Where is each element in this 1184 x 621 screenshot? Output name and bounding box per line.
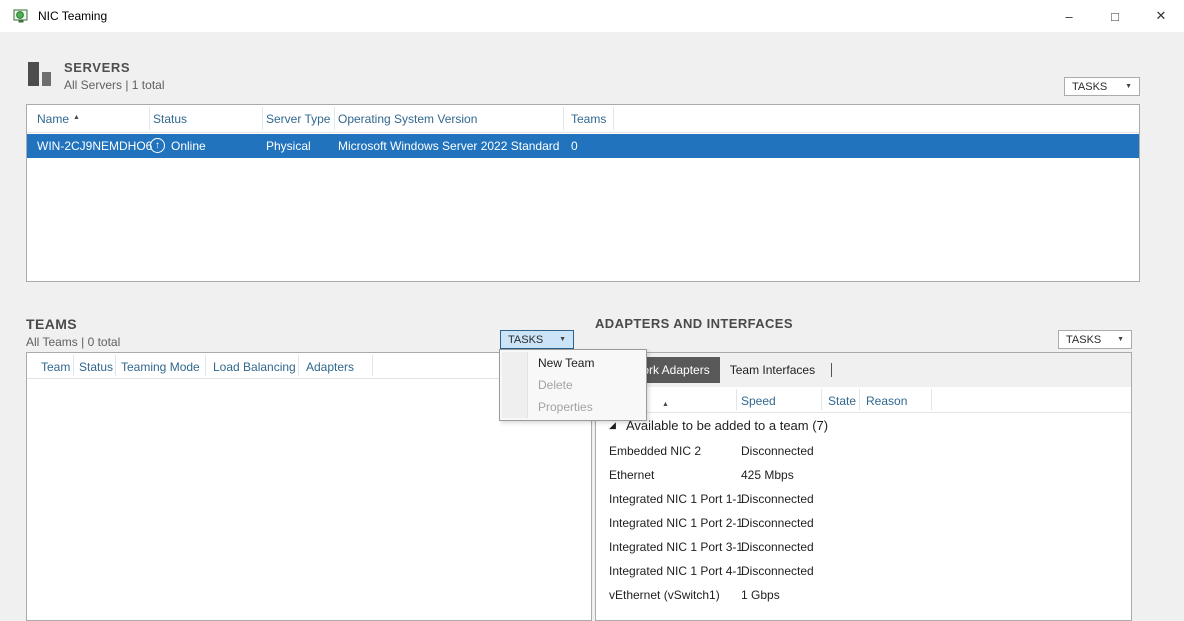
manageability-online-icon: ↑ — [150, 138, 165, 153]
teams-col-teaming-mode[interactable]: Teaming Mode — [121, 360, 200, 374]
teams-tasks-label: TASKS — [508, 334, 543, 346]
menu-item-delete: Delete — [500, 374, 646, 396]
close-button[interactable]: ✕ — [1138, 0, 1184, 32]
adapters-col-reason[interactable]: Reason — [866, 394, 907, 408]
teams-col-load-balancing[interactable]: Load Balancing — [213, 360, 296, 374]
dropdown-arrow-icon: ▼ — [559, 336, 566, 343]
servers-col-name-label: Name — [37, 112, 69, 126]
column-separator — [115, 355, 116, 376]
menu-item-properties: Properties — [500, 396, 646, 418]
adapter-row[interactable]: Integrated NIC 1 Port 3-1 Disconnected — [596, 535, 1131, 559]
server-row-selected[interactable]: WIN-2CJ9NEMDHO6 ↑ Online Physical Micros… — [27, 134, 1139, 158]
adapters-pane: Network Adapters Team Interfaces ▲ Speed… — [595, 352, 1132, 621]
servers-col-teams[interactable]: Teams — [571, 112, 606, 126]
teams-col-adapters[interactable]: Adapters — [306, 360, 354, 374]
adapter-name: Integrated NIC 1 Port 1-1 — [609, 492, 743, 506]
servers-title: SERVERS — [64, 60, 165, 75]
column-separator — [613, 107, 614, 130]
adapter-name: Embedded NIC 2 — [609, 444, 701, 458]
teams-col-team[interactable]: Team — [41, 360, 70, 374]
dropdown-arrow-icon: ▼ — [1125, 83, 1132, 90]
servers-subtitle: All Servers | 1 total — [64, 78, 165, 92]
server-os-version: Microsoft Windows Server 2022 Standard — [338, 139, 559, 153]
servers-icon — [28, 62, 54, 88]
app-icon — [13, 8, 29, 24]
adapter-speed: 1 Gbps — [741, 588, 780, 602]
text-caret — [831, 363, 832, 377]
servers-col-status[interactable]: Status — [153, 112, 187, 126]
column-separator — [859, 389, 860, 410]
server-type: Physical — [266, 139, 311, 153]
servers-tasks-label: TASKS — [1072, 81, 1107, 93]
column-separator — [931, 389, 932, 410]
column-separator — [372, 355, 373, 376]
adapter-name: Ethernet — [609, 468, 654, 482]
sort-asc-icon: ▲ — [73, 114, 80, 121]
adapters-col-state[interactable]: State — [828, 394, 856, 408]
servers-table-header: Name ▲ Status Server Type Operating Syste… — [27, 105, 1139, 133]
column-separator — [73, 355, 74, 376]
server-status: Online — [171, 139, 206, 153]
minimize-button[interactable]: – — [1046, 0, 1092, 32]
adapter-speed: Disconnected — [741, 564, 814, 578]
adapters-table-header: ▲ Speed State Reason — [596, 387, 1131, 413]
adapter-name: Integrated NIC 1 Port 3-1 — [609, 540, 743, 554]
adapter-row[interactable]: Embedded NIC 2 Disconnected — [596, 439, 1131, 463]
adapters-tasks-button[interactable]: TASKS ▼ — [1058, 330, 1132, 349]
adapters-tab-strip: Network Adapters Team Interfaces — [596, 353, 1131, 387]
column-separator — [563, 107, 564, 130]
column-separator — [821, 389, 822, 410]
sort-asc-icon: ▲ — [662, 401, 669, 408]
teams-tasks-menu: New Team Delete Properties — [499, 349, 647, 421]
servers-section-header: SERVERS All Servers | 1 total — [28, 60, 165, 92]
adapter-group-label: Available to be added to a team (7) — [626, 418, 828, 433]
expander-icon: ◢ — [609, 420, 616, 431]
adapters-section-header: ADAPTERS AND INTERFACES — [595, 316, 793, 331]
adapter-speed: Disconnected — [741, 540, 814, 554]
titlebar: NIC Teaming – □ ✕ — [0, 0, 1184, 32]
adapters-tasks-label: TASKS — [1066, 334, 1101, 346]
adapters-col-speed[interactable]: Speed — [741, 394, 776, 408]
column-separator — [736, 389, 737, 410]
server-name: WIN-2CJ9NEMDHO6 — [37, 139, 152, 153]
adapter-row[interactable]: Integrated NIC 1 Port 1-1 Disconnected — [596, 487, 1131, 511]
column-separator — [205, 355, 206, 376]
servers-col-server-type[interactable]: Server Type — [266, 112, 330, 126]
adapters-col-name-sort[interactable]: ▲ — [658, 395, 669, 409]
column-separator — [298, 355, 299, 376]
window-title: NIC Teaming — [38, 9, 107, 23]
adapters-title: ADAPTERS AND INTERFACES — [595, 316, 793, 331]
servers-col-os-version[interactable]: Operating System Version — [338, 112, 477, 126]
adapter-name: Integrated NIC 1 Port 2-1 — [609, 516, 743, 530]
teams-section-header: TEAMS All Teams | 0 total — [26, 316, 120, 349]
teams-col-status[interactable]: Status — [79, 360, 113, 374]
column-separator — [149, 107, 150, 130]
adapter-speed: Disconnected — [741, 492, 814, 506]
adapter-speed: Disconnected — [741, 516, 814, 530]
adapter-speed: 425 Mbps — [741, 468, 794, 482]
adapter-name: Integrated NIC 1 Port 4-1 — [609, 564, 743, 578]
dropdown-arrow-icon: ▼ — [1117, 336, 1124, 343]
column-separator — [334, 107, 335, 130]
server-teams-count: 0 — [571, 139, 578, 153]
adapter-group-header[interactable]: ◢ Available to be added to a team (7) — [596, 413, 1131, 439]
teams-subtitle: All Teams | 0 total — [26, 335, 120, 349]
menu-item-new-team[interactable]: New Team — [500, 352, 646, 374]
tab-team-interfaces[interactable]: Team Interfaces — [720, 357, 825, 383]
adapter-row[interactable]: Ethernet 425 Mbps — [596, 463, 1131, 487]
adapter-row[interactable]: Integrated NIC 1 Port 2-1 Disconnected — [596, 511, 1131, 535]
servers-col-name[interactable]: Name ▲ — [37, 112, 80, 126]
window-controls: – □ ✕ — [1046, 0, 1184, 32]
adapter-row[interactable]: Integrated NIC 1 Port 4-1 Disconnected — [596, 559, 1131, 583]
servers-table: Name ▲ Status Server Type Operating Syste… — [26, 104, 1140, 282]
column-separator — [262, 107, 263, 130]
adapter-name: vEthernet (vSwitch1) — [609, 588, 720, 602]
teams-title: TEAMS — [26, 316, 120, 332]
maximize-button[interactable]: □ — [1092, 0, 1138, 32]
teams-tasks-button[interactable]: TASKS ▼ — [500, 330, 574, 349]
adapter-speed: Disconnected — [741, 444, 814, 458]
adapter-row[interactable]: vEthernet (vSwitch1) 1 Gbps — [596, 583, 1131, 607]
servers-tasks-button[interactable]: TASKS ▼ — [1064, 77, 1140, 96]
